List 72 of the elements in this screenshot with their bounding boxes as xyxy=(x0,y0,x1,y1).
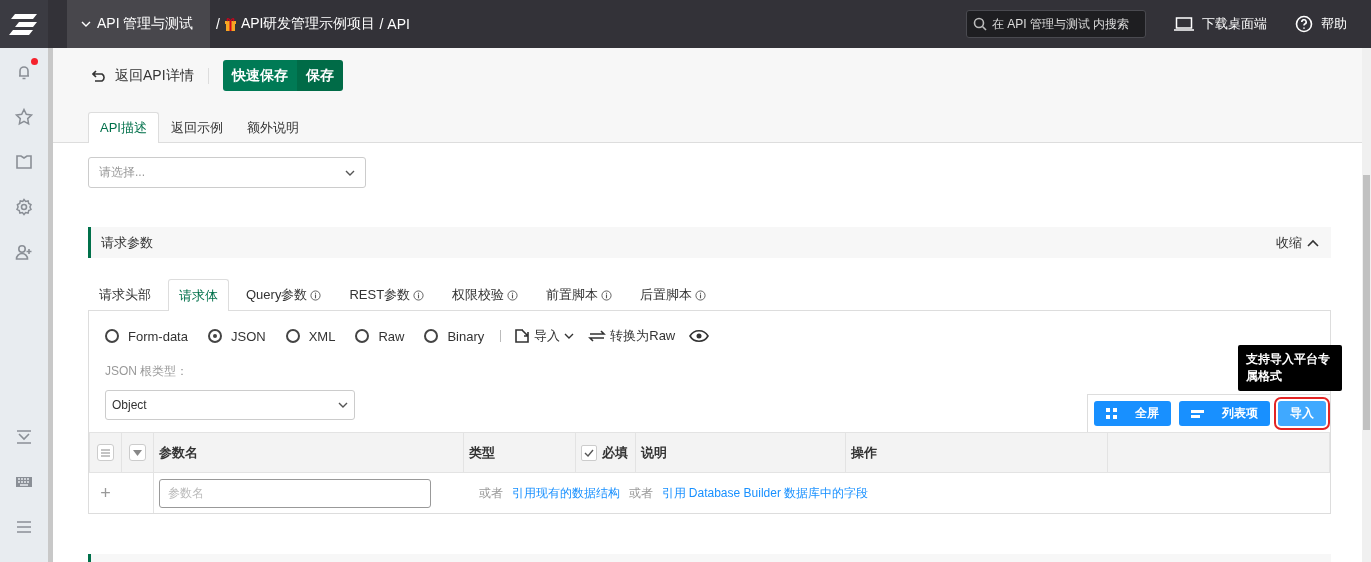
breadcrumb-separator: / xyxy=(216,16,220,32)
required-checkbox[interactable] xyxy=(581,444,597,461)
radio-button[interactable]: Binary xyxy=(424,328,485,344)
section-title: 请求参数 xyxy=(101,233,153,252)
user-add-icon[interactable] xyxy=(14,242,34,262)
tab[interactable]: 返回示例 xyxy=(158,112,235,143)
import-dropdown[interactable]: 导入 xyxy=(514,327,575,345)
breadcrumb-link[interactable]: API xyxy=(387,16,410,32)
logo-icon[interactable] xyxy=(0,0,48,48)
radio-button[interactable]: XML xyxy=(285,328,336,344)
eye-icon[interactable] xyxy=(689,329,710,343)
info-icon xyxy=(413,289,425,301)
save-button[interactable]: 快速保存 xyxy=(222,60,297,91)
swap-arrows-icon xyxy=(588,329,607,343)
convert-button[interactable]: 转换为Raw xyxy=(588,327,676,345)
breadcrumb-link[interactable]: API研发管理示例项目 xyxy=(240,15,376,33)
shirt-icon[interactable] xyxy=(14,152,34,172)
search-field[interactable]: 在 API 管理与测试 内搜索 xyxy=(966,10,1146,38)
list-toggle-icon[interactable] xyxy=(97,444,114,461)
radio-button[interactable]: Raw xyxy=(355,328,405,344)
grid-icon xyxy=(1106,408,1117,419)
tab[interactable]: 额外说明 xyxy=(234,112,311,143)
undo-arrow-icon xyxy=(92,69,108,82)
import-icon xyxy=(514,328,531,344)
chevron-up-icon xyxy=(1307,238,1319,247)
star-icon[interactable] xyxy=(14,107,34,127)
column-header: 类型 xyxy=(463,432,576,473)
info-icon xyxy=(695,289,707,301)
laptop-icon xyxy=(1174,17,1194,31)
chevron-down-icon xyxy=(81,21,91,27)
back-button[interactable]: 返回API详情 xyxy=(92,66,194,85)
list-icon xyxy=(1191,409,1204,418)
app-menu-button[interactable]: API 管理与测试 xyxy=(67,0,210,48)
column-header: 必填 xyxy=(602,443,628,462)
tab[interactable]: 权限校验 xyxy=(441,279,530,310)
tab[interactable]: API描述 xyxy=(88,112,159,143)
help-link[interactable]: 帮助 xyxy=(1295,15,1347,33)
tray-icon[interactable] xyxy=(14,427,34,447)
search-icon xyxy=(973,17,987,31)
column-header: 说明 xyxy=(635,432,846,473)
tooltip: 支持导入平台专属格式 xyxy=(1238,345,1342,391)
info-icon xyxy=(507,289,519,301)
column-header: 操作 xyxy=(845,432,1108,473)
tab[interactable]: REST参数 xyxy=(338,279,436,310)
hint-text: 或者 xyxy=(478,484,503,502)
tab[interactable]: 请求头部 xyxy=(88,279,162,310)
breadcrumb-separator: / xyxy=(379,16,384,32)
tab[interactable]: 后置脚本 xyxy=(629,279,718,310)
gear-icon[interactable] xyxy=(14,197,34,217)
expand-toggle-icon[interactable] xyxy=(129,444,146,461)
hint-text: 或者 xyxy=(628,484,653,502)
info-icon xyxy=(601,289,613,301)
download-desktop-link[interactable]: 下载桌面端 xyxy=(1174,15,1267,33)
info-icon xyxy=(310,289,322,301)
save-button[interactable]: 保存 xyxy=(296,60,343,91)
scrollbar-thumb[interactable] xyxy=(1363,175,1370,430)
gift-icon xyxy=(223,17,237,31)
root-type-label: JSON 根类型： xyxy=(105,363,189,380)
collapse-button[interactable]: 收缩 xyxy=(1276,233,1319,252)
column-header: 参数名 xyxy=(153,432,464,473)
param-name-input[interactable]: 参数名 xyxy=(159,478,431,508)
root-type-select[interactable]: Object xyxy=(105,390,355,420)
checkmark-icon xyxy=(584,448,594,457)
tab[interactable]: 前置脚本 xyxy=(535,279,624,310)
chevron-down-icon xyxy=(564,333,575,339)
radio-button[interactable]: Form-data xyxy=(105,328,188,344)
help-icon xyxy=(1295,15,1313,33)
chevron-down-icon xyxy=(338,402,348,408)
radio-button[interactable]: JSON xyxy=(207,328,266,344)
tab[interactable]: 请求体 xyxy=(168,279,229,311)
chevron-down-icon xyxy=(345,169,355,176)
tab[interactable]: Query参数 xyxy=(235,279,333,310)
